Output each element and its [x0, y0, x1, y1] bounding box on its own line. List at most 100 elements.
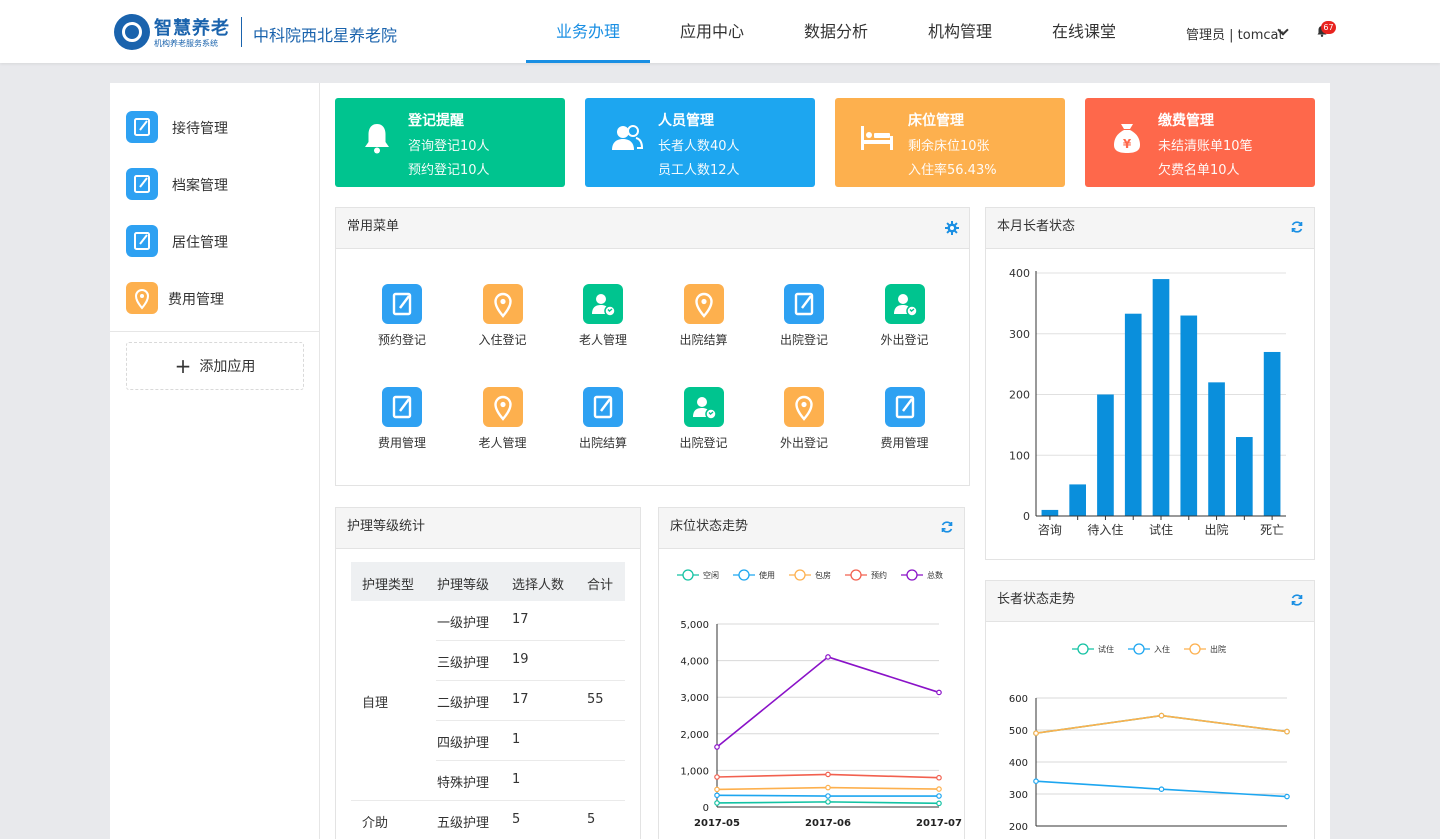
location-pin-icon — [482, 387, 523, 427]
top-header: 智慧养老 机构养老服务系统 中科院西北星养老院 业务办理 应用中心 数据分析 机… — [0, 0, 1440, 63]
user-phone-icon — [683, 387, 724, 427]
menu-item[interactable]: 费用管理 — [865, 387, 945, 457]
panel-title: 长者状态走势 — [986, 581, 1314, 622]
column-header: 合计 — [587, 578, 614, 593]
sidebar-item-reception[interactable]: 接待管理 — [126, 111, 306, 143]
x-tick-label: 2017-07 — [916, 818, 962, 829]
card-line: 剩余床位10张 — [908, 139, 990, 154]
menu-item-label: 外出登记 — [779, 436, 828, 450]
menu-item[interactable]: 老人管理 — [463, 387, 543, 457]
card-personnel[interactable]: 人员管理 长者人数40人 员工人数12人 — [585, 98, 815, 187]
panel-title: 本月长者状态 — [986, 208, 1314, 249]
add-app-button[interactable]: + 添加应用 — [126, 342, 304, 390]
legend-marker — [1133, 643, 1145, 655]
card-line: 员工人数12人 — [658, 163, 740, 178]
refresh-icon[interactable] — [1290, 220, 1304, 234]
column-header: 护理类型 — [362, 578, 415, 593]
document-icon — [784, 284, 824, 324]
location-pin-icon — [683, 284, 724, 324]
data-point — [825, 799, 831, 805]
x-tick-label: 2017-05 — [694, 818, 740, 829]
panel-title-text: 常用菜单 — [347, 219, 400, 234]
x-tick-label: 试住 — [1149, 522, 1173, 537]
y-tick-label: 500 — [1009, 726, 1028, 737]
menu-item[interactable]: 出院登记 — [664, 387, 744, 457]
document-icon — [382, 387, 422, 427]
logo-icon — [114, 14, 150, 50]
panel-title: 常用菜单 — [336, 208, 969, 249]
nav-tab-analytics[interactable]: 数据分析 — [774, 0, 898, 63]
y-tick-label: 3,000 — [680, 693, 709, 704]
data-point — [1158, 786, 1165, 793]
common-menu-panel: 常用菜单 预约登记 入住登记 老人管理 出院结算 出院登记 外出登记 费用管理 老人管理 出院结… — [335, 207, 970, 486]
elder-status-chart: 0 100 200 300 400 咨询 待入住 试住 出院 死亡 — [1009, 267, 1286, 537]
y-tick-label: 200 — [1009, 389, 1030, 402]
menu-item[interactable]: 出院结算 — [563, 387, 643, 457]
data-point — [714, 744, 720, 750]
bar — [1263, 351, 1281, 516]
data-point — [1284, 793, 1290, 800]
x-tick-label: 咨询 — [1038, 522, 1062, 537]
menu-item[interactable]: 出院结算 — [664, 284, 744, 354]
care-level-cell: 五级护理 — [437, 816, 490, 831]
data-point — [825, 654, 831, 660]
row-divider — [436, 760, 625, 761]
menu-item[interactable]: 费用管理 — [362, 387, 442, 457]
legend-label: 总数 — [927, 570, 943, 580]
care-level-cell: 二级护理 — [437, 696, 490, 711]
nav-tab-org[interactable]: 机构管理 — [898, 0, 1022, 63]
card-payments[interactable]: ¥ 缴费管理 未结清账单10笔 欠费名单10人 — [1085, 98, 1315, 187]
nav-tab-classroom[interactable]: 在线课堂 — [1022, 0, 1146, 63]
menu-item[interactable]: 入住登记 — [463, 284, 543, 354]
bed-trend-chart: 0 1,000 2,000 3,000 4,000 5,000 2017-05 2017-06… — [677, 569, 962, 829]
bar — [1180, 315, 1198, 516]
sidebar-item-fees[interactable]: 费用管理 — [126, 282, 306, 314]
data-point — [936, 689, 942, 696]
care-type-cell: 自理 — [362, 696, 389, 711]
panel-title: 护理等级统计 — [336, 508, 640, 549]
panel-title-text: 床位状态走势 — [670, 519, 749, 534]
sidebar-item-label: 档案管理 — [172, 178, 228, 194]
count-cell: 17 — [512, 692, 529, 707]
card-title: 缴费管理 — [1158, 113, 1214, 129]
sidebar-item-residence[interactable]: 居住管理 — [126, 225, 306, 257]
add-app-label: 添加应用 — [199, 359, 256, 375]
row-divider — [436, 680, 625, 681]
card-line: 长者人数40人 — [658, 139, 740, 154]
menu-item[interactable]: 外出登记 — [764, 387, 844, 457]
notification-badge: 67 — [1321, 21, 1336, 34]
user-menu[interactable]: 管理员 | tomcat — [1186, 24, 1284, 43]
menu-item[interactable]: 出院登记 — [764, 284, 844, 354]
svg-text:¥: ¥ — [1123, 137, 1132, 151]
count-cell: 19 — [512, 652, 529, 667]
y-tick-label: 5,000 — [680, 620, 709, 631]
count-cell: 1 — [512, 772, 521, 787]
money-bag-icon: ¥ — [1114, 124, 1140, 153]
card-beds[interactable]: 床位管理 剩余床位10张 入住率56.43% — [835, 98, 1065, 187]
sidebar-item-archives[interactable]: 档案管理 — [126, 168, 306, 200]
legend-marker — [1189, 643, 1201, 655]
menu-item[interactable]: 外出登记 — [865, 284, 945, 354]
menu-item-label: 费用管理 — [377, 436, 426, 450]
care-level-panel: 护理等级统计 护理类型 护理等级 选择人数 合计 一级护理 17 三级护理 19 二级护… — [335, 507, 641, 839]
y-tick-label: 300 — [1009, 790, 1028, 801]
menu-item-label: 入住登记 — [478, 333, 527, 347]
legend-marker — [682, 569, 694, 581]
card-line: 咨询登记10人 — [408, 139, 490, 154]
card-registration[interactable]: 登记提醒 咨询登记10人 预约登记10人 — [335, 98, 565, 187]
column-header: 选择人数 — [512, 578, 565, 593]
menu-item[interactable]: 老人管理 — [563, 284, 643, 354]
nav-tab-business[interactable]: 业务办理 — [526, 0, 650, 63]
card-line: 未结清账单10笔 — [1158, 139, 1253, 154]
bar — [1124, 313, 1142, 516]
refresh-icon[interactable] — [1290, 593, 1304, 607]
menu-item[interactable]: 预约登记 — [362, 284, 442, 354]
gear-icon[interactable] — [945, 221, 959, 235]
y-tick-label: 0 — [703, 803, 709, 814]
legend-label: 出院 — [1210, 644, 1226, 654]
data-point — [825, 771, 831, 778]
user-phone-icon — [884, 284, 925, 324]
refresh-icon[interactable] — [940, 520, 954, 534]
data-point — [714, 786, 720, 793]
nav-tab-apps[interactable]: 应用中心 — [650, 0, 774, 63]
